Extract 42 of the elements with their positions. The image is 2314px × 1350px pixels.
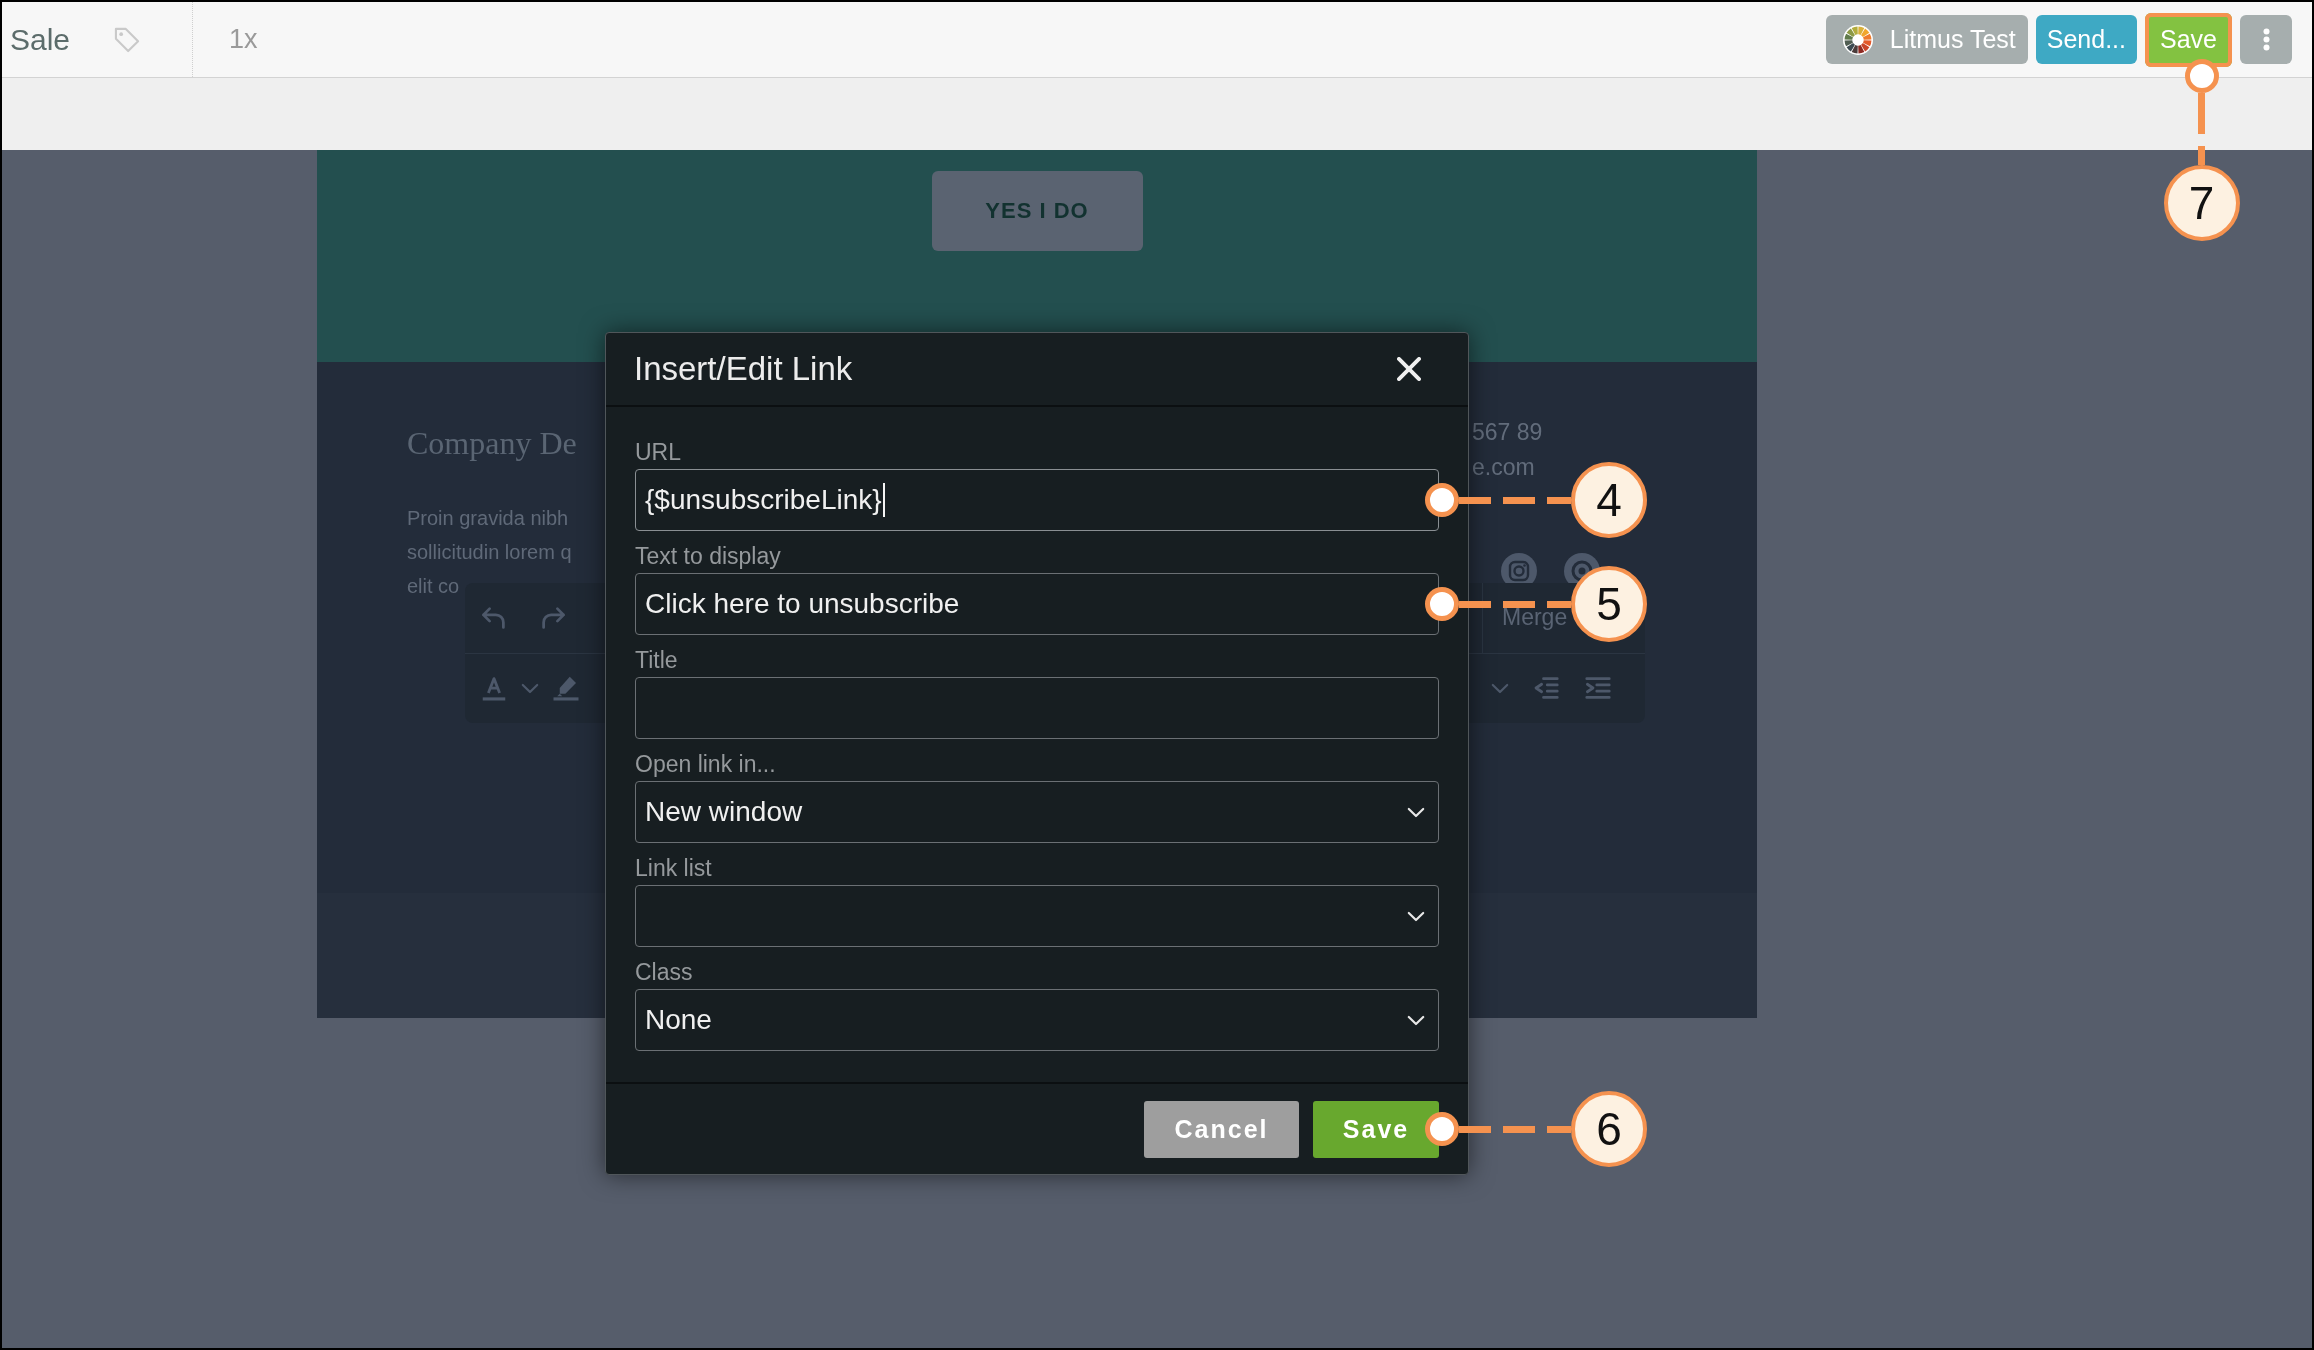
- more-icon: [2262, 28, 2270, 51]
- field-label: Text to display: [635, 542, 781, 571]
- document-title: Sale: [10, 22, 71, 57]
- cta-button[interactable]: YES I DO: [931, 171, 1143, 251]
- litmus-test-button[interactable]: Litmus Test: [1825, 15, 2028, 64]
- field-label: Link list: [635, 854, 712, 883]
- paragraph-line: Proin gravida nibh: [407, 506, 569, 531]
- chevron-icon: [1491, 682, 1509, 694]
- field-label: Class: [635, 958, 693, 987]
- dialog-title: Insert/Edit Link: [634, 350, 853, 388]
- contact-line: e.com: [1472, 453, 1535, 482]
- field-label: Open link in...: [635, 750, 776, 779]
- send-button[interactable]: Send...: [2035, 15, 2137, 64]
- merge-menu[interactable]: Merge: [1502, 604, 1568, 632]
- marker-dot-icon: [1425, 483, 1459, 517]
- close-icon[interactable]: [1397, 357, 1421, 381]
- text-field[interactable]: Click here to unsubscribe: [635, 573, 1439, 635]
- text-field[interactable]: {$unsubscribeLink}: [635, 469, 1439, 531]
- marker-dot-icon: [1425, 587, 1459, 621]
- dropdown[interactable]: None: [635, 989, 1439, 1051]
- chevron-icon: [1407, 806, 1425, 818]
- marker-dot-icon: [1425, 1112, 1459, 1146]
- paragraph-line: elit co: [407, 574, 460, 599]
- field-label: Title: [635, 646, 678, 675]
- text-cursor-icon: [882, 483, 885, 517]
- cancel-button[interactable]: Cancel: [1144, 1100, 1299, 1158]
- zoom-level[interactable]: 1x: [229, 24, 258, 55]
- company-heading: Company De: [407, 424, 577, 463]
- chevron-icon: [1407, 910, 1425, 922]
- tag-icon[interactable]: [113, 25, 142, 54]
- field-label: URL: [635, 438, 681, 467]
- chevron-icon: [1407, 1014, 1425, 1026]
- contact-line: 567 89: [1472, 418, 1543, 447]
- save-button[interactable]: Save: [1313, 1100, 1439, 1158]
- text-field[interactable]: [635, 677, 1439, 739]
- chevron-icon: [521, 682, 539, 694]
- paragraph-line: sollicitudin lorem q: [407, 540, 572, 565]
- dropdown[interactable]: New window: [635, 781, 1439, 843]
- more-button[interactable]: [2240, 15, 2292, 64]
- color-wheel-icon: [1842, 24, 1873, 55]
- save-button[interactable]: Save: [2145, 12, 2232, 67]
- dropdown[interactable]: [635, 885, 1439, 947]
